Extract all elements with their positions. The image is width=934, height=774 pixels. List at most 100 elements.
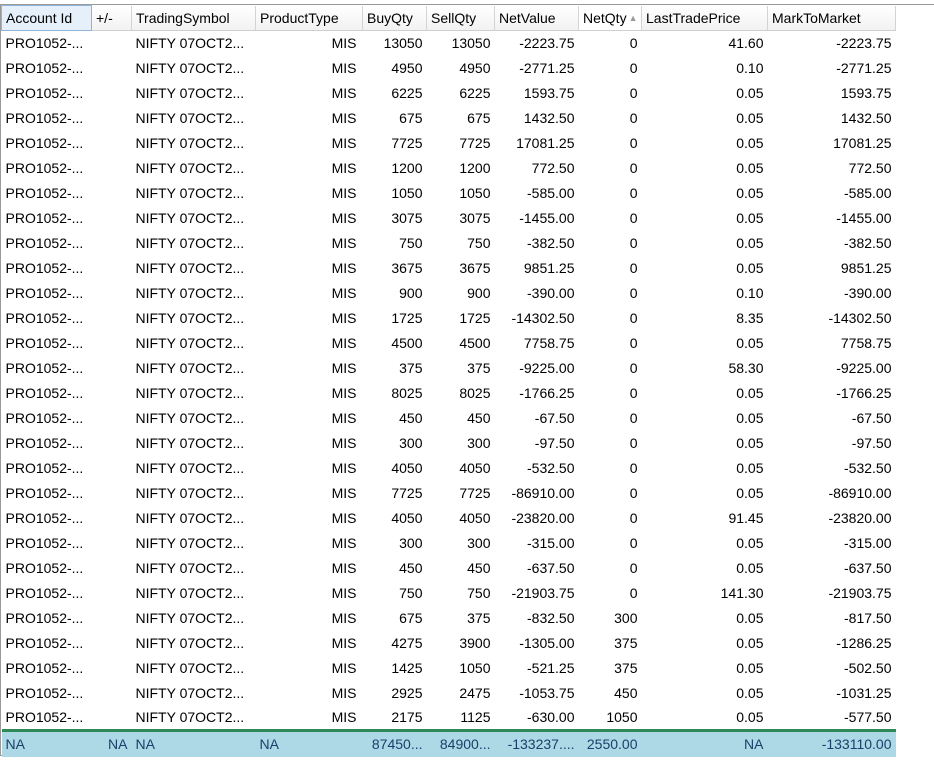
cell-net-value: 1432.50 — [523, 110, 575, 126]
table-row[interactable]: PRO1052-... NIFTY 07OCT2... MIS 7725 7725 -86… — [2, 481, 896, 506]
cell-plus-minus — [92, 631, 132, 656]
cell-trading-symbol: NIFTY 07OCT2... — [135, 560, 245, 576]
column-header-last-trade-price[interactable]: LastTradePrice — [641, 5, 768, 31]
cell-sell-qty: 1200 — [459, 160, 491, 176]
table-row[interactable]: PRO1052-... NIFTY 07OCT2... MIS 1725 1725 -14… — [2, 306, 896, 331]
cell-net-qty: 0 — [629, 335, 638, 351]
cell-last-trade-price: 0.05 — [736, 485, 764, 501]
cell-buy-qty: 1200 — [391, 160, 423, 176]
table-row[interactable]: PRO1052-... NIFTY 07OCT2... MIS 375 375 -9225… — [2, 356, 896, 381]
cell-last-trade-price: 8.35 — [736, 310, 764, 326]
table-row[interactable]: PRO1052-... NIFTY 07OCT2... MIS 450 450 -67.5… — [2, 406, 896, 431]
cell-product-type: MIS — [331, 60, 357, 76]
cell-trading-symbol: NIFTY 07OCT2... — [135, 685, 245, 701]
table-row[interactable]: PRO1052-... NIFTY 07OCT2... MIS 675 675 1432.… — [2, 106, 896, 131]
cell-net-value: -1305.00 — [519, 635, 575, 651]
table-row[interactable]: PRO1052-... NIFTY 07OCT2... MIS 675 375 -832.… — [2, 606, 896, 631]
table-row[interactable]: PRO1052-... NIFTY 07OCT2... MIS 1425 1050 -52… — [2, 656, 896, 681]
cell-product-type: MIS — [331, 610, 357, 626]
column-header-buy-qty[interactable]: BuyQty — [362, 5, 427, 31]
table-row[interactable]: PRO1052-... NIFTY 07OCT2... MIS 3675 3675 985… — [2, 256, 896, 281]
cell-sell-qty: 750 — [467, 585, 491, 601]
cell-sell-qty: 3675 — [459, 260, 491, 276]
cell-last-trade-price: 0.05 — [736, 160, 764, 176]
table-row[interactable]: PRO1052-... NIFTY 07OCT2... MIS 3075 3075 -14… — [2, 206, 896, 231]
summary-net-value: -133237.... — [494, 729, 579, 757]
cell-trading-symbol: NIFTY 07OCT2... — [135, 585, 245, 601]
column-header-net-qty[interactable]: NetQty ▲ — [578, 5, 642, 31]
cell-net-value: -832.50 — [527, 610, 575, 626]
cell-sell-qty: 1050 — [459, 185, 491, 201]
table-row[interactable]: PRO1052-... NIFTY 07OCT2... MIS 4500 4500 775… — [2, 331, 896, 356]
column-header-net-value[interactable]: NetValue — [494, 5, 579, 31]
cell-product-type: MIS — [331, 285, 357, 301]
table-row[interactable]: PRO1052-... NIFTY 07OCT2... MIS 6225 6225 159… — [2, 81, 896, 106]
column-header-label: MarkToMarket — [772, 9, 861, 26]
summary-sell-qty: 84900... — [426, 729, 495, 757]
column-header-account-id[interactable]: Account Id — [1, 5, 92, 31]
table-row[interactable]: PRO1052-... NIFTY 07OCT2... MIS 1050 1050 -58… — [2, 181, 896, 206]
cell-plus-minus — [92, 681, 132, 706]
summary-plus-minus: NA — [91, 729, 132, 757]
table-row[interactable]: PRO1052-... NIFTY 07OCT2... MIS 4050 4050 -53… — [2, 456, 896, 481]
cell-net-value: 17081.25 — [516, 135, 575, 151]
positions-grid[interactable]: Account Id +/- TradingSymbol ProductType Buy… — [0, 4, 896, 757]
cell-trading-symbol: NIFTY 07OCT2... — [135, 160, 245, 176]
cell-net-value: -2223.75 — [519, 35, 575, 52]
table-row[interactable]: PRO1052-... NIFTY 07OCT2... MIS 4050 4050 -23… — [2, 506, 896, 531]
cell-trading-symbol: NIFTY 07OCT2... — [135, 135, 245, 151]
cell-buy-qty: 1425 — [391, 660, 423, 676]
cell-mark-to-market: -382.50 — [844, 235, 892, 251]
cell-account-id: PRO1052-... — [5, 660, 84, 676]
cell-plus-minus — [92, 431, 132, 456]
cell-buy-qty: 4500 — [391, 335, 423, 351]
cell-account-id: PRO1052-... — [5, 360, 84, 376]
cell-plus-minus — [92, 556, 132, 581]
cell-product-type: MIS — [331, 660, 357, 676]
cell-trading-symbol: NIFTY 07OCT2... — [135, 210, 245, 226]
table-row[interactable]: PRO1052-... NIFTY 07OCT2... MIS 4950 4950 -27… — [2, 56, 896, 81]
table-row[interactable]: PRO1052-... NIFTY 07OCT2... MIS 300 300 -315.… — [2, 531, 896, 556]
cell-trading-symbol: NIFTY 07OCT2... — [135, 460, 245, 476]
cell-buy-qty: 4950 — [391, 60, 423, 76]
cell-buy-qty: 675 — [399, 110, 423, 126]
cell-last-trade-price: 0.05 — [736, 135, 764, 151]
cell-mark-to-market: -1031.25 — [836, 685, 892, 701]
table-row[interactable]: PRO1052-... NIFTY 07OCT2... MIS 8025 8025 -17… — [2, 381, 896, 406]
cell-buy-qty: 2925 — [391, 685, 423, 701]
cell-net-value: -1455.00 — [519, 210, 575, 226]
cell-net-qty: 0 — [629, 260, 638, 276]
table-row[interactable]: PRO1052-... NIFTY 07OCT2... MIS 4275 3900 -13… — [2, 631, 896, 656]
table-row[interactable]: PRO1052-... NIFTY 07OCT2... MIS 750 750 -2190… — [2, 581, 896, 606]
cell-last-trade-price: 0.10 — [736, 285, 764, 301]
cell-account-id: PRO1052-... — [5, 635, 84, 651]
table-row[interactable]: PRO1052-... NIFTY 07OCT2... MIS 900 900 -390.… — [2, 281, 896, 306]
summary-last-trade-price: NA — [641, 729, 768, 757]
column-header-mark-to-market[interactable]: MarkToMarket — [767, 5, 896, 31]
cell-sell-qty: 675 — [467, 110, 491, 126]
cell-net-value: -1053.75 — [519, 685, 575, 701]
cell-product-type: MIS — [331, 360, 357, 376]
cell-net-qty: 0 — [629, 585, 638, 601]
table-row[interactable]: PRO1052-... NIFTY 07OCT2... MIS 13050 13050 -… — [2, 31, 896, 56]
column-header-plus-minus[interactable]: +/- — [91, 5, 132, 31]
column-header-sell-qty[interactable]: SellQty — [426, 5, 495, 31]
table-row[interactable]: PRO1052-... NIFTY 07OCT2... MIS 450 450 -637.… — [2, 556, 896, 581]
column-header-trading-symbol[interactable]: TradingSymbol — [131, 5, 256, 31]
table-row[interactable]: PRO1052-... NIFTY 07OCT2... MIS 750 750 -382.… — [2, 231, 896, 256]
table-row[interactable]: PRO1052-... NIFTY 07OCT2... MIS 7725 7725 170… — [2, 131, 896, 156]
cell-plus-minus — [92, 706, 132, 731]
cell-net-value: -97.50 — [534, 435, 575, 451]
cell-buy-qty: 7725 — [391, 485, 423, 501]
cell-last-trade-price: 0.05 — [736, 410, 764, 426]
table-row[interactable]: PRO1052-... NIFTY 07OCT2... MIS 2175 1125 -63… — [2, 706, 896, 731]
cell-mark-to-market: -315.00 — [844, 535, 892, 551]
table-row[interactable]: PRO1052-... NIFTY 07OCT2... MIS 1200 1200 772… — [2, 156, 896, 181]
cell-trading-symbol: NIFTY 07OCT2... — [135, 485, 245, 501]
column-header-product-type[interactable]: ProductType — [255, 5, 363, 31]
cell-plus-minus — [92, 331, 132, 356]
cell-net-value: -67.50 — [534, 410, 575, 426]
table-row[interactable]: PRO1052-... NIFTY 07OCT2... MIS 2925 2475 -10… — [2, 681, 896, 706]
cell-account-id: PRO1052-... — [5, 85, 84, 101]
table-row[interactable]: PRO1052-... NIFTY 07OCT2... MIS 300 300 -97.5… — [2, 431, 896, 456]
